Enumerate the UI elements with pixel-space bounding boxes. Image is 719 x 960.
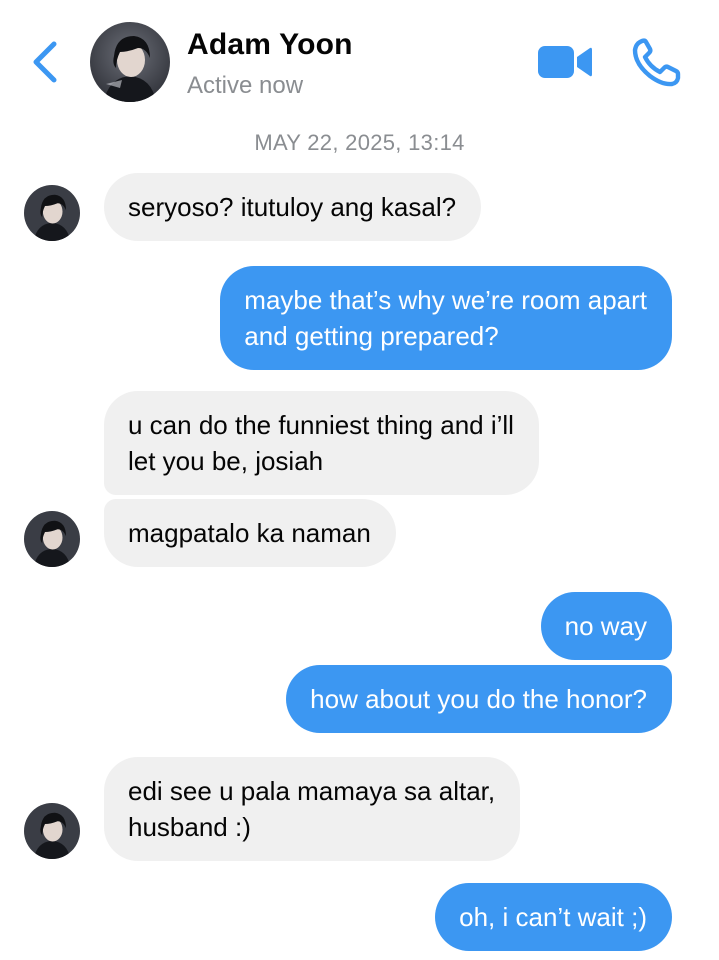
- phone-icon[interactable]: [630, 38, 682, 88]
- incoming-message[interactable]: seryoso? itutuloy ang kasal?: [104, 173, 482, 241]
- incoming-message[interactable]: u can do the funniest thing and i’ll let…: [104, 391, 539, 495]
- message-line: and getting prepared?: [244, 321, 499, 351]
- sender-avatar[interactable]: [24, 803, 80, 859]
- sender-avatar[interactable]: [24, 185, 80, 241]
- message-line: edi see u pala mamaya sa altar,: [128, 776, 496, 806]
- active-status: Active now: [187, 72, 304, 99]
- chat-header: Adam Yoon Active now: [0, 0, 719, 120]
- outgoing-message[interactable]: how about you do the honor?: [286, 665, 672, 733]
- outgoing-message[interactable]: maybe that’s why we’re room apart and ge…: [220, 266, 672, 370]
- back-chevron-icon[interactable]: [26, 38, 66, 86]
- message-line: let you be, josiah: [128, 446, 324, 476]
- outgoing-message[interactable]: oh, i can’t wait ;): [435, 883, 672, 951]
- incoming-message[interactable]: edi see u pala mamaya sa altar, husband …: [104, 757, 521, 861]
- thread-timestamp: MAY 22, 2025, 13:14: [254, 130, 465, 155]
- message-line: maybe that’s why we’re room apart: [244, 285, 647, 315]
- message-line: u can do the funniest thing and i’ll: [128, 410, 514, 440]
- contact-avatar[interactable]: [90, 22, 170, 102]
- contact-name[interactable]: Adam Yoon: [187, 28, 353, 62]
- video-call-icon[interactable]: [536, 42, 594, 82]
- incoming-message[interactable]: magpatalo ka naman: [104, 499, 396, 567]
- outgoing-message[interactable]: no way: [540, 592, 672, 660]
- message-line: husband :): [128, 812, 251, 842]
- sender-avatar[interactable]: [24, 511, 80, 567]
